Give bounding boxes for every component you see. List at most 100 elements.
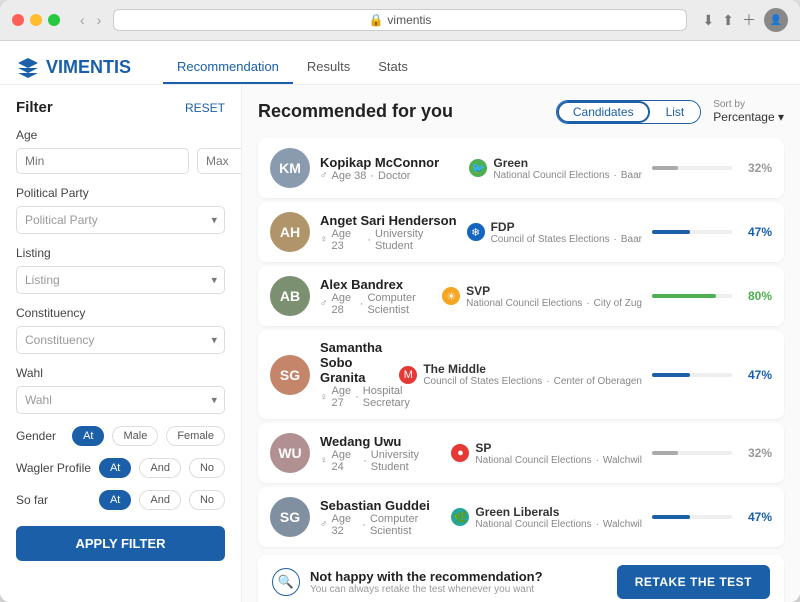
constituency-select[interactable]: Constituency [16,326,225,354]
candidate-occupation: Computer Scientist [370,513,441,537]
party-name: SVP [466,284,642,298]
sofar-no-button[interactable]: No [189,490,225,510]
gender-icon: ♂ [320,170,328,181]
party-info: 🌿 Green Liberals National Council Electi… [451,505,642,530]
party-name: The Middle [423,362,642,376]
wahl-select[interactable]: Wahl [16,386,225,414]
candidate-meta: ♀ Age 27 · Hospital Secretary [320,385,389,409]
candidate-name: Anget Sari Henderson [320,213,457,228]
match-bar-area: 47% [652,225,772,239]
retake-icon: 🔍 [272,568,300,596]
match-bar-fill [652,451,678,455]
election-info: Council of States Elections · Baar [491,234,642,245]
share-icon[interactable]: ⬆ [722,10,734,30]
user-avatar[interactable]: 👤 [764,8,788,32]
sort-value[interactable]: Percentage ▾ [713,110,784,124]
party-info: ❄ FDP Council of States Elections · Baar [467,220,642,245]
tab-results[interactable]: Results [293,51,364,84]
match-percentage: 47% [740,510,772,524]
age-min-input[interactable] [16,148,189,174]
match-bar-fill [652,515,690,519]
candidate-separator: · [362,519,366,531]
match-percentage: 32% [740,446,772,460]
candidate-separator: · [363,455,367,467]
wagler-no-button[interactable]: No [189,458,225,478]
candidate-card[interactable]: AH Anget Sari Henderson ♀ Age 23 · Unive… [258,202,784,262]
reset-button[interactable]: RESET [185,101,225,115]
election-separator: · [596,519,599,530]
apply-filter-button[interactable]: APPLY FILTER [16,526,225,561]
candidate-card[interactable]: WU Wedang Uwu ♀ Age 24 · University Stud… [258,423,784,483]
election-location: Baar [621,234,642,245]
candidate-list: KM Kopikap McConnor ♂ Age 38 · Doctor 🐦 … [258,138,784,547]
political-party-select[interactable]: Political Party [16,206,225,234]
party-name: SP [475,441,642,455]
party-name: FDP [491,220,642,234]
candidate-avatar: WU [270,433,310,473]
party-info: 🐦 Green National Council Elections · Baa… [469,156,642,181]
candidate-card[interactable]: SG Samantha Sobo Granita ♀ Age 27 · Hosp… [258,330,784,419]
candidate-card[interactable]: KM Kopikap McConnor ♂ Age 38 · Doctor 🐦 … [258,138,784,198]
candidate-name: Alex Bandrex [320,277,432,292]
candidates-view-button[interactable]: Candidates [557,101,650,123]
traffic-light-yellow[interactable] [30,14,42,26]
list-view-button[interactable]: List [650,101,701,123]
gender-icon: ♂ [320,519,328,530]
constituency-filter: Constituency Constituency [16,306,225,354]
lock-icon: 🔒 [368,13,383,27]
candidate-card[interactable]: SG Sebastian Guddei ♂ Age 32 · Computer … [258,487,784,547]
party-icon: 🌿 [451,508,469,526]
back-button[interactable]: ‹ [76,10,89,30]
traffic-light-red[interactable] [12,14,24,26]
candidate-meta: ♂ Age 38 · Doctor [320,170,459,182]
wagler-at-button[interactable]: At [99,458,131,478]
tab-stats[interactable]: Stats [364,51,422,84]
match-bar-fill [652,294,716,298]
match-bar-area: 47% [652,368,772,382]
candidate-meta: ♀ Age 24 · University Student [320,449,441,473]
sofar-at-button[interactable]: At [99,490,131,510]
sofar-and-button[interactable]: And [139,490,181,510]
gender-female-button[interactable]: Female [166,426,225,446]
candidate-info: Anget Sari Henderson ♀ Age 23 · Universi… [320,213,457,252]
age-max-input[interactable] [197,148,242,174]
candidate-age: Age 24 [332,449,360,473]
address-bar[interactable]: 🔒 vimentis [113,9,686,31]
download-icon[interactable]: ⬇ [703,10,715,30]
url-text: vimentis [387,13,431,27]
election-location: Baar [621,170,642,181]
app-logo: VIMENTIS [16,56,131,80]
party-info: M The Middle Council of States Elections… [399,362,642,387]
filter-title: Filter [16,99,53,116]
gender-male-button[interactable]: Male [112,426,158,446]
election-separator: · [596,455,599,466]
traffic-light-green[interactable] [48,14,60,26]
candidate-avatar: AH [270,212,310,252]
content-area: Recommended for you Candidates List Sort… [242,85,800,602]
candidate-name: Kopikap McConnor [320,155,459,170]
wagler-and-button[interactable]: And [139,458,181,478]
candidate-info: Samantha Sobo Granita ♀ Age 27 · Hospita… [320,340,389,409]
match-bar-background [652,294,732,298]
new-tab-icon[interactable]: ＋ [742,10,756,30]
footer-subtitle: You can always retake the test whenever … [310,584,543,595]
gender-icon: ♂ [320,298,328,309]
political-party-filter: Political Party Political Party [16,186,225,234]
party-details: FDP Council of States Elections · Baar [491,220,642,245]
election-type: National Council Elections [475,455,591,466]
candidate-occupation: Computer Scientist [367,292,432,316]
retake-button[interactable]: RETAKE THE TEST [617,565,770,599]
candidate-card[interactable]: AB Alex Bandrex ♂ Age 28 · Computer Scie… [258,266,784,326]
tab-recommendation[interactable]: Recommendation [163,51,293,84]
political-party-label: Political Party [16,186,225,200]
election-location: Center of Oberagen [554,376,642,387]
candidate-avatar: SG [270,497,310,537]
logo-icon [16,56,40,80]
forward-button[interactable]: › [93,10,106,30]
party-icon: M [399,366,417,384]
election-info: National Council Elections · City of Zug [466,298,642,309]
gender-at-button[interactable]: At [72,426,104,446]
candidate-separator: · [355,391,359,403]
listing-select[interactable]: Listing [16,266,225,294]
party-name: Green Liberals [475,505,642,519]
